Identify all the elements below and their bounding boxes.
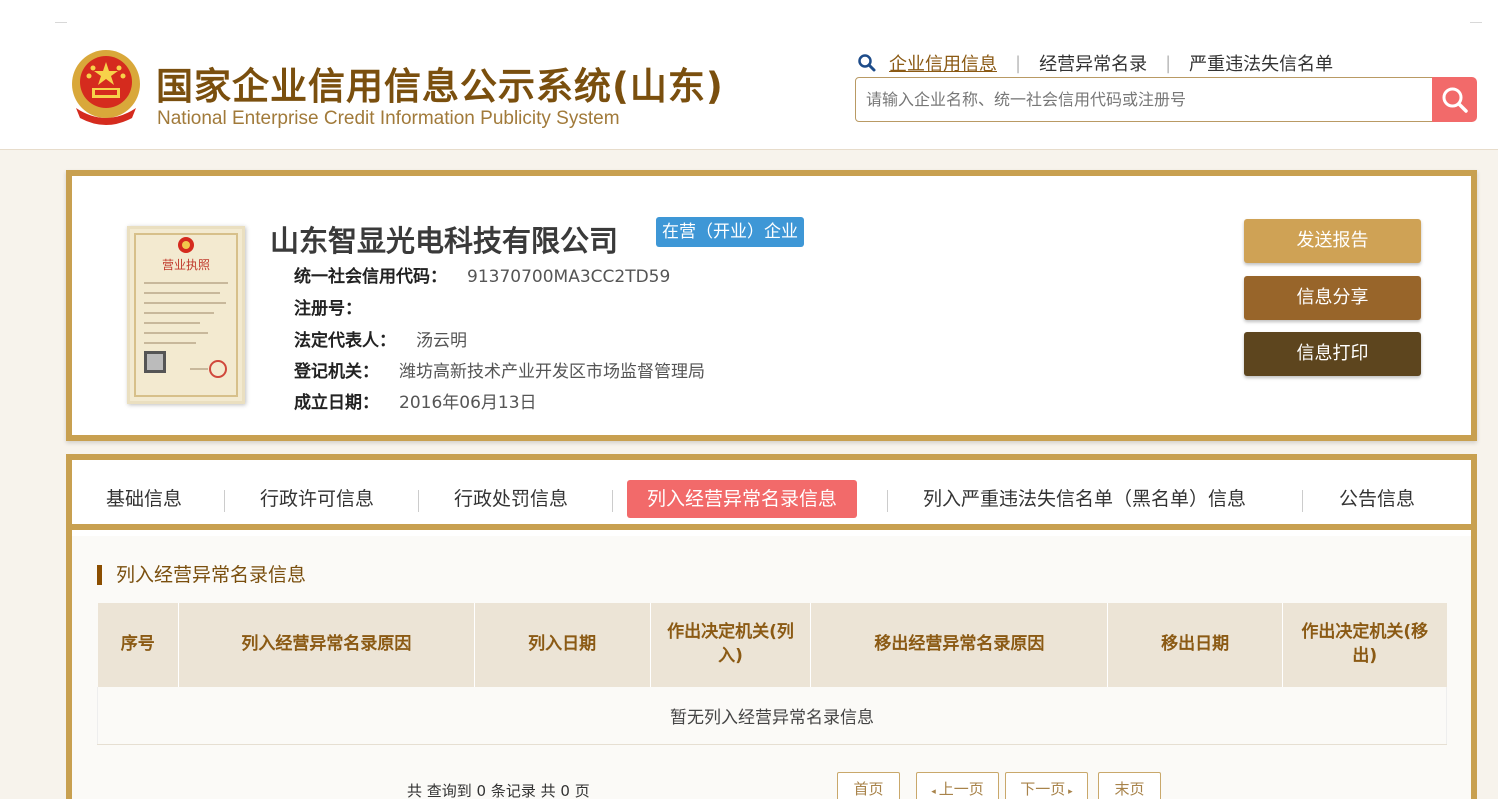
company-card: 营业执照 山东智显光电科技有限公司 在营（开业）企业 统一社会信用代码： 9137…: [66, 170, 1477, 441]
print-info-button[interactable]: 信息打印: [1244, 332, 1421, 376]
field-value: 潍坊高新技术产业开发区市场监督管理局: [399, 362, 705, 382]
column-header: 作出决定机关(移出): [1282, 603, 1447, 687]
magnifier-icon: [858, 54, 876, 72]
search-button[interactable]: [1432, 77, 1477, 122]
nav-separator: |: [1015, 52, 1022, 74]
site-title: 国家企业信用信息公示系统(山东): [156, 65, 724, 108]
arrow-left-icon: ◂: [931, 787, 939, 797]
tab-admin-license[interactable]: 行政许可信息: [260, 480, 374, 518]
table-header-row: 序号 列入经营异常名录原因 列入日期 作出决定机关(列入) 移出经营异常名录原因…: [97, 603, 1447, 687]
nav-separator: |: [1165, 52, 1172, 74]
tab-basic-info[interactable]: 基础信息: [106, 480, 182, 518]
next-page-label: 下一页: [1020, 780, 1066, 798]
search-box: [855, 77, 1433, 122]
share-info-button[interactable]: 信息分享: [1244, 276, 1421, 320]
field-value: 2016年06月13日: [399, 393, 537, 413]
tab-admin-penalty[interactable]: 行政处罚信息: [454, 480, 568, 518]
field-label: 成立日期：: [294, 393, 379, 413]
tab-abnormal-list[interactable]: 列入经营异常名录信息: [627, 480, 858, 518]
tab-separator: [224, 490, 225, 512]
info-legal-rep: 法定代表人： 汤云明: [294, 326, 467, 351]
info-reg-number: 注册号：: [294, 294, 382, 319]
tab-content: 列入经营异常名录信息 序号 列入经营异常名录原因 列入日期 作出决定机关(列入)…: [72, 536, 1471, 799]
section-title: 列入经营异常名录信息: [97, 565, 306, 585]
top-nav: 企业信用信息 | 经营异常名录 | 严重违法失信名单: [857, 50, 1333, 76]
next-page-button[interactable]: 下一页 ▸: [1005, 772, 1088, 799]
field-value: 91370700MA3CC2TD59: [467, 267, 671, 287]
tab-blacklist[interactable]: 列入严重违法失信名单（黑名单）信息: [923, 480, 1246, 518]
field-label: 登记机关：: [294, 362, 379, 382]
field-label: 统一社会信用代码：: [294, 267, 447, 287]
column-header: 列入日期: [474, 603, 651, 687]
business-license-image: 营业执照: [127, 226, 245, 404]
tab-separator: [418, 490, 419, 512]
prev-page-button[interactable]: ◂ 上一页: [916, 772, 999, 799]
prev-page-label: 上一页: [938, 780, 984, 798]
last-page-button[interactable]: 末页: [1098, 772, 1161, 799]
divider: [1470, 22, 1482, 23]
pager-info: 共 查询到 0 条记录 共 0 页: [407, 782, 590, 799]
company-name: 山东智显光电科技有限公司: [270, 224, 619, 258]
divider: [55, 22, 67, 23]
national-emblem-icon: [72, 50, 140, 125]
send-report-button[interactable]: 发送报告: [1244, 219, 1421, 263]
site-header: 国家企业信用信息公示系统(山东) National Enterprise Cre…: [0, 0, 1498, 150]
info-panel: 基础信息 行政许可信息 行政处罚信息 列入经营异常名录信息 列入严重违法失信名单…: [66, 454, 1477, 799]
column-header: 序号: [97, 603, 179, 687]
site-subtitle: National Enterprise Credit Information P…: [157, 108, 620, 129]
status-badge: 在营（开业）企业: [656, 217, 804, 247]
field-label: 注册号：: [294, 299, 362, 319]
arrow-right-icon: ▸: [1065, 787, 1073, 797]
column-header: 作出决定机关(列入): [650, 603, 812, 687]
tab-separator: [1302, 490, 1303, 512]
nav-blacklist[interactable]: 严重违法失信名单: [1189, 50, 1333, 76]
nav-enterprise-credit[interactable]: 企业信用信息: [889, 50, 997, 76]
field-label: 法定代表人：: [294, 331, 396, 351]
table-row: 暂无列入经营异常名录信息: [97, 687, 1447, 745]
field-value: 汤云明: [416, 331, 467, 351]
column-header: 列入经营异常名录原因: [178, 603, 475, 687]
info-reg-authority: 登记机关： 潍坊高新技术产业开发区市场监督管理局: [294, 357, 705, 382]
tab-bar: 基础信息 行政许可信息 行政处罚信息 列入经营异常名录信息 列入严重违法失信名单…: [72, 460, 1471, 530]
tab-announcement[interactable]: 公告信息: [1339, 480, 1415, 518]
nav-abnormal-list[interactable]: 经营异常名录: [1039, 50, 1147, 76]
search-input[interactable]: [856, 78, 1432, 121]
column-header: 移出经营异常名录原因: [810, 603, 1109, 687]
tab-separator: [887, 490, 888, 512]
abnormal-list-table: 序号 列入经营异常名录原因 列入日期 作出决定机关(列入) 移出经营异常名录原因…: [97, 603, 1447, 745]
svg-text:营业执照: 营业执照: [162, 258, 210, 272]
first-page-button[interactable]: 首页: [837, 772, 900, 799]
search-icon: [1442, 87, 1468, 113]
tab-separator: [612, 490, 613, 512]
empty-message: 暂无列入经营异常名录信息: [97, 687, 1447, 745]
info-est-date: 成立日期： 2016年06月13日: [294, 388, 537, 413]
column-header: 移出日期: [1107, 603, 1284, 687]
info-credit-code: 统一社会信用代码： 91370700MA3CC2TD59: [294, 262, 670, 287]
